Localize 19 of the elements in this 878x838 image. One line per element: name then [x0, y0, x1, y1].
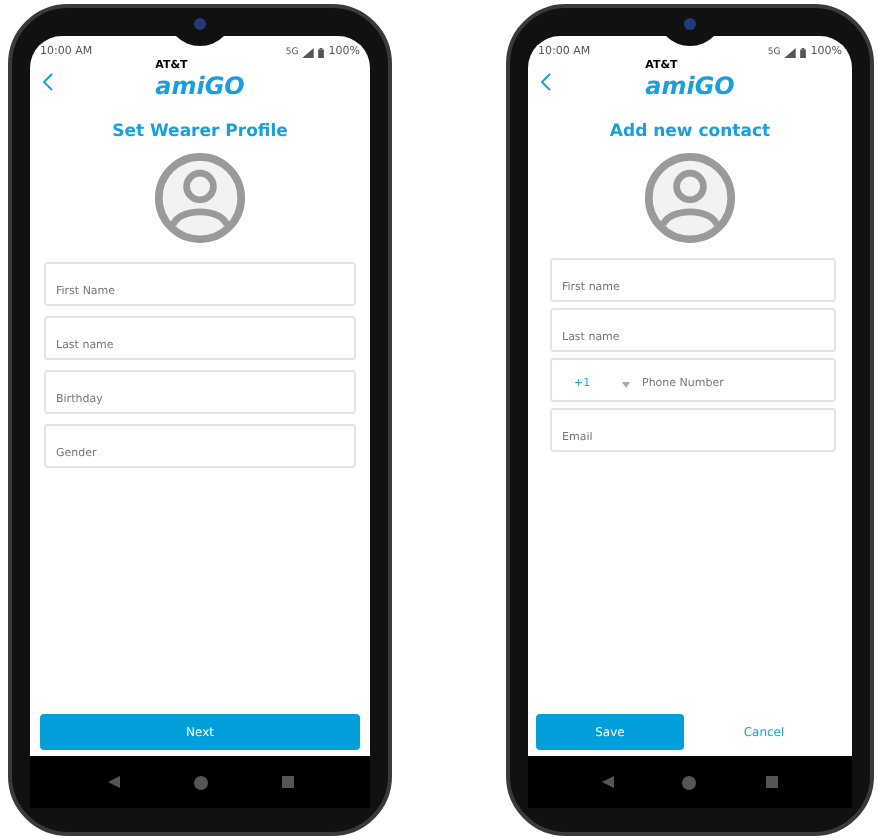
app-logo: amiGO — [155, 73, 245, 97]
home-nav-icon[interactable] — [682, 775, 697, 789]
screen-title: Add new contact — [607, 122, 773, 142]
screen-title: Set Wearer Profile — [110, 122, 290, 142]
signal-icon — [784, 47, 797, 57]
avatar-icon[interactable] — [644, 152, 736, 244]
signal-icon — [302, 47, 315, 57]
battery-icon — [800, 47, 807, 57]
back-button[interactable] — [42, 70, 58, 94]
recents-nav-icon[interactable] — [281, 776, 293, 788]
back-button[interactable] — [540, 70, 556, 94]
back-nav-icon[interactable] — [107, 776, 119, 788]
home-nav-icon[interactable] — [193, 775, 207, 789]
avatar-icon[interactable] — [154, 152, 246, 244]
battery-icon — [318, 47, 325, 57]
recents-nav-icon[interactable] — [765, 776, 778, 788]
app-logo: amiGO — [645, 73, 735, 97]
back-nav-icon[interactable] — [602, 776, 615, 788]
caret-icon[interactable] — [622, 381, 630, 387]
